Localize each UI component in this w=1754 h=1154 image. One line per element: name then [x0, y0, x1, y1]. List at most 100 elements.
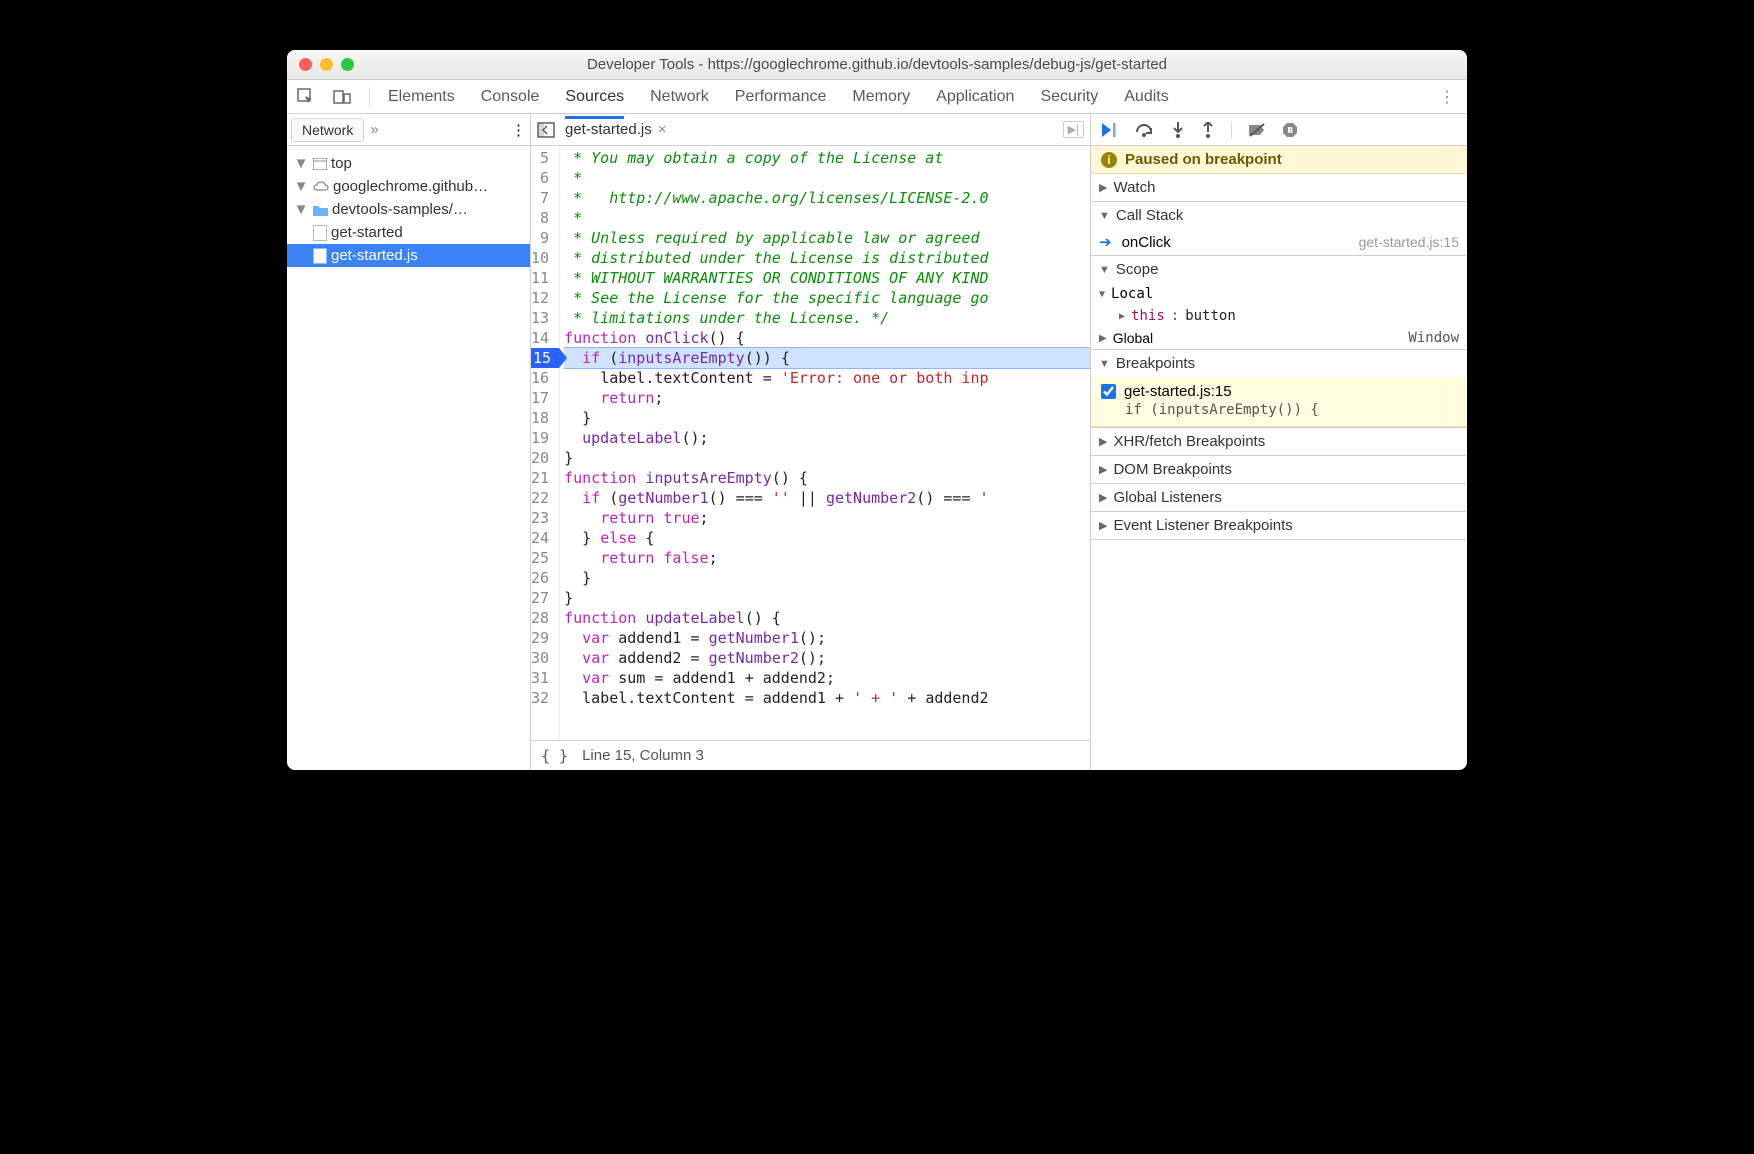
- chevron-right-icon: ▶: [1119, 311, 1125, 322]
- main-tabs: ElementsConsoleSourcesNetworkPerformance…: [388, 82, 1169, 112]
- scope-global[interactable]: ▶Global Window: [1091, 327, 1467, 349]
- watch-section: ▶Watch: [1091, 174, 1467, 202]
- cursor-position: Line 15, Column 3: [582, 747, 704, 764]
- paused-banner: i Paused on breakpoint: [1091, 146, 1467, 174]
- chevron-right-icon: ▶: [1099, 491, 1107, 504]
- breakpoint-checkbox[interactable]: [1101, 384, 1116, 399]
- close-tab-icon[interactable]: ×: [658, 121, 667, 138]
- pause-on-exceptions-button[interactable]: [1282, 122, 1298, 138]
- editor-file-name: get-started.js: [565, 121, 652, 138]
- main-tab-network[interactable]: Network: [650, 82, 709, 112]
- tree-folder[interactable]: ▼ devtools-samples/…: [287, 198, 530, 221]
- current-frame-icon: ➔: [1099, 233, 1112, 251]
- more-menu-icon[interactable]: ⋮: [1439, 87, 1457, 107]
- main-tab-elements[interactable]: Elements: [388, 82, 455, 112]
- callstack-location: get-started.js:15: [1359, 234, 1459, 250]
- navigator-pane-header: Network » ⋮: [287, 114, 530, 146]
- main-tab-memory[interactable]: Memory: [852, 82, 910, 112]
- chevron-down-icon: ▼: [1099, 358, 1110, 370]
- main-tab-console[interactable]: Console: [481, 82, 540, 112]
- scope-header[interactable]: ▼Scope: [1091, 256, 1467, 283]
- event-listener-bp-section: ▶Event Listener Breakpoints: [1091, 512, 1467, 540]
- scope-section: ▼Scope ▼Local ▶this: button ▶Global Wind…: [1091, 256, 1467, 350]
- step-into-button[interactable]: [1171, 122, 1185, 138]
- chevron-right-icon: ▶: [1099, 519, 1107, 532]
- callstack-frame[interactable]: ➔ onClick get-started.js:15: [1091, 229, 1467, 255]
- panes: Network » ⋮ ▼ top ▼ googlechrome.github……: [287, 114, 1467, 770]
- dom-breakpoints-section: ▶DOM Breakpoints: [1091, 456, 1467, 484]
- callstack-header[interactable]: ▼Call Stack: [1091, 202, 1467, 229]
- callstack-fn: onClick: [1122, 234, 1171, 251]
- chevron-down-icon: ▼: [293, 178, 309, 195]
- main-tab-application[interactable]: Application: [936, 82, 1014, 112]
- tree-root[interactable]: ▼ top: [287, 152, 530, 175]
- chevron-down-icon: ▼: [1099, 264, 1110, 276]
- breakpoints-header[interactable]: ▼Breakpoints: [1091, 350, 1467, 377]
- file-icon: [313, 225, 327, 241]
- main-toolbar: ElementsConsoleSourcesNetworkPerformance…: [287, 80, 1467, 114]
- chevron-down-icon: ▼: [1099, 289, 1105, 300]
- run-snippet-icon[interactable]: ▶|: [1063, 121, 1084, 138]
- minimize-window-button[interactable]: [320, 58, 333, 71]
- devtools-window: Developer Tools - https://googlechrome.g…: [287, 50, 1467, 770]
- info-icon: i: [1101, 152, 1117, 168]
- step-out-button[interactable]: [1201, 122, 1215, 138]
- chevron-right-icon: ▶: [1099, 181, 1107, 194]
- scope-local[interactable]: ▼Local: [1091, 283, 1467, 305]
- global-listeners-header[interactable]: ▶Global Listeners: [1091, 484, 1467, 511]
- resume-button[interactable]: [1101, 122, 1119, 138]
- file-tree: ▼ top ▼ googlechrome.github… ▼ devtools-…: [287, 146, 530, 273]
- toggle-navigator-icon[interactable]: [537, 122, 555, 138]
- debugger-toolbar: [1091, 114, 1467, 146]
- titlebar: Developer Tools - https://googlechrome.g…: [287, 50, 1467, 80]
- callstack-section: ▼Call Stack ➔ onClick get-started.js:15: [1091, 202, 1467, 256]
- dom-breakpoints-header[interactable]: ▶DOM Breakpoints: [1091, 456, 1467, 483]
- line-gutter[interactable]: 5678910111213141516171819202122232425262…: [531, 146, 560, 740]
- global-listeners-section: ▶Global Listeners: [1091, 484, 1467, 512]
- navigator-network-tab[interactable]: Network: [291, 118, 364, 142]
- debugger-pane: i Paused on breakpoint ▶Watch ▼Call Stac…: [1091, 114, 1467, 770]
- xhr-breakpoints-header[interactable]: ▶XHR/fetch Breakpoints: [1091, 428, 1467, 455]
- editor-file-tab[interactable]: get-started.js ×: [563, 119, 668, 140]
- breakpoint-code: if (inputsAreEmpty()) {: [1101, 400, 1457, 420]
- editor-header: get-started.js × ▶|: [531, 114, 1090, 146]
- tree-folder-label: devtools-samples/…: [332, 201, 468, 218]
- cloud-icon: [313, 181, 329, 193]
- window-controls: [299, 58, 354, 71]
- tree-file-js[interactable]: get-started.js: [287, 244, 530, 267]
- watch-header[interactable]: ▶Watch: [1091, 174, 1467, 201]
- code-content[interactable]: * You may obtain a copy of the License a…: [560, 146, 1090, 740]
- code-editor[interactable]: 5678910111213141516171819202122232425262…: [531, 146, 1090, 740]
- tree-file-label: get-started.js: [331, 247, 418, 264]
- main-tab-security[interactable]: Security: [1040, 82, 1098, 112]
- chevron-right-icon: ▶: [1099, 333, 1107, 344]
- chevron-down-icon: ▼: [293, 201, 309, 218]
- chevron-down-icon: ▼: [1099, 210, 1110, 222]
- navigator-overflow-icon[interactable]: »: [370, 121, 378, 138]
- main-tab-sources[interactable]: Sources: [565, 82, 624, 119]
- close-window-button[interactable]: [299, 58, 312, 71]
- event-listener-bp-header[interactable]: ▶Event Listener Breakpoints: [1091, 512, 1467, 539]
- device-mode-icon[interactable]: [333, 88, 351, 106]
- step-over-button[interactable]: [1135, 122, 1155, 138]
- inspect-element-icon[interactable]: [297, 88, 315, 106]
- tree-domain[interactable]: ▼ googlechrome.github…: [287, 175, 530, 198]
- tree-file-html[interactable]: get-started: [287, 221, 530, 244]
- breakpoint-label: get-started.js:15: [1124, 383, 1232, 400]
- breakpoint-item[interactable]: get-started.js:15 if (inputsAreEmpty()) …: [1091, 377, 1467, 427]
- chevron-right-icon: ▶: [1099, 435, 1107, 448]
- zoom-window-button[interactable]: [341, 58, 354, 71]
- main-tab-performance[interactable]: Performance: [735, 82, 827, 112]
- window-title: Developer Tools - https://googlechrome.g…: [287, 56, 1467, 73]
- deactivate-breakpoints-button[interactable]: [1248, 122, 1266, 138]
- scope-this[interactable]: ▶this: button: [1091, 305, 1467, 327]
- main-tab-audits[interactable]: Audits: [1124, 82, 1168, 112]
- tree-file-label: get-started: [331, 224, 403, 241]
- navigator-more-icon[interactable]: ⋮: [511, 121, 526, 139]
- xhr-breakpoints-section: ▶XHR/fetch Breakpoints: [1091, 428, 1467, 456]
- tree-domain-label: googlechrome.github…: [333, 178, 488, 195]
- file-icon: [313, 248, 327, 264]
- chevron-right-icon: ▶: [1099, 463, 1107, 476]
- pretty-print-icon[interactable]: { }: [541, 747, 568, 765]
- editor-pane: get-started.js × ▶| 56789101112131415161…: [531, 114, 1091, 770]
